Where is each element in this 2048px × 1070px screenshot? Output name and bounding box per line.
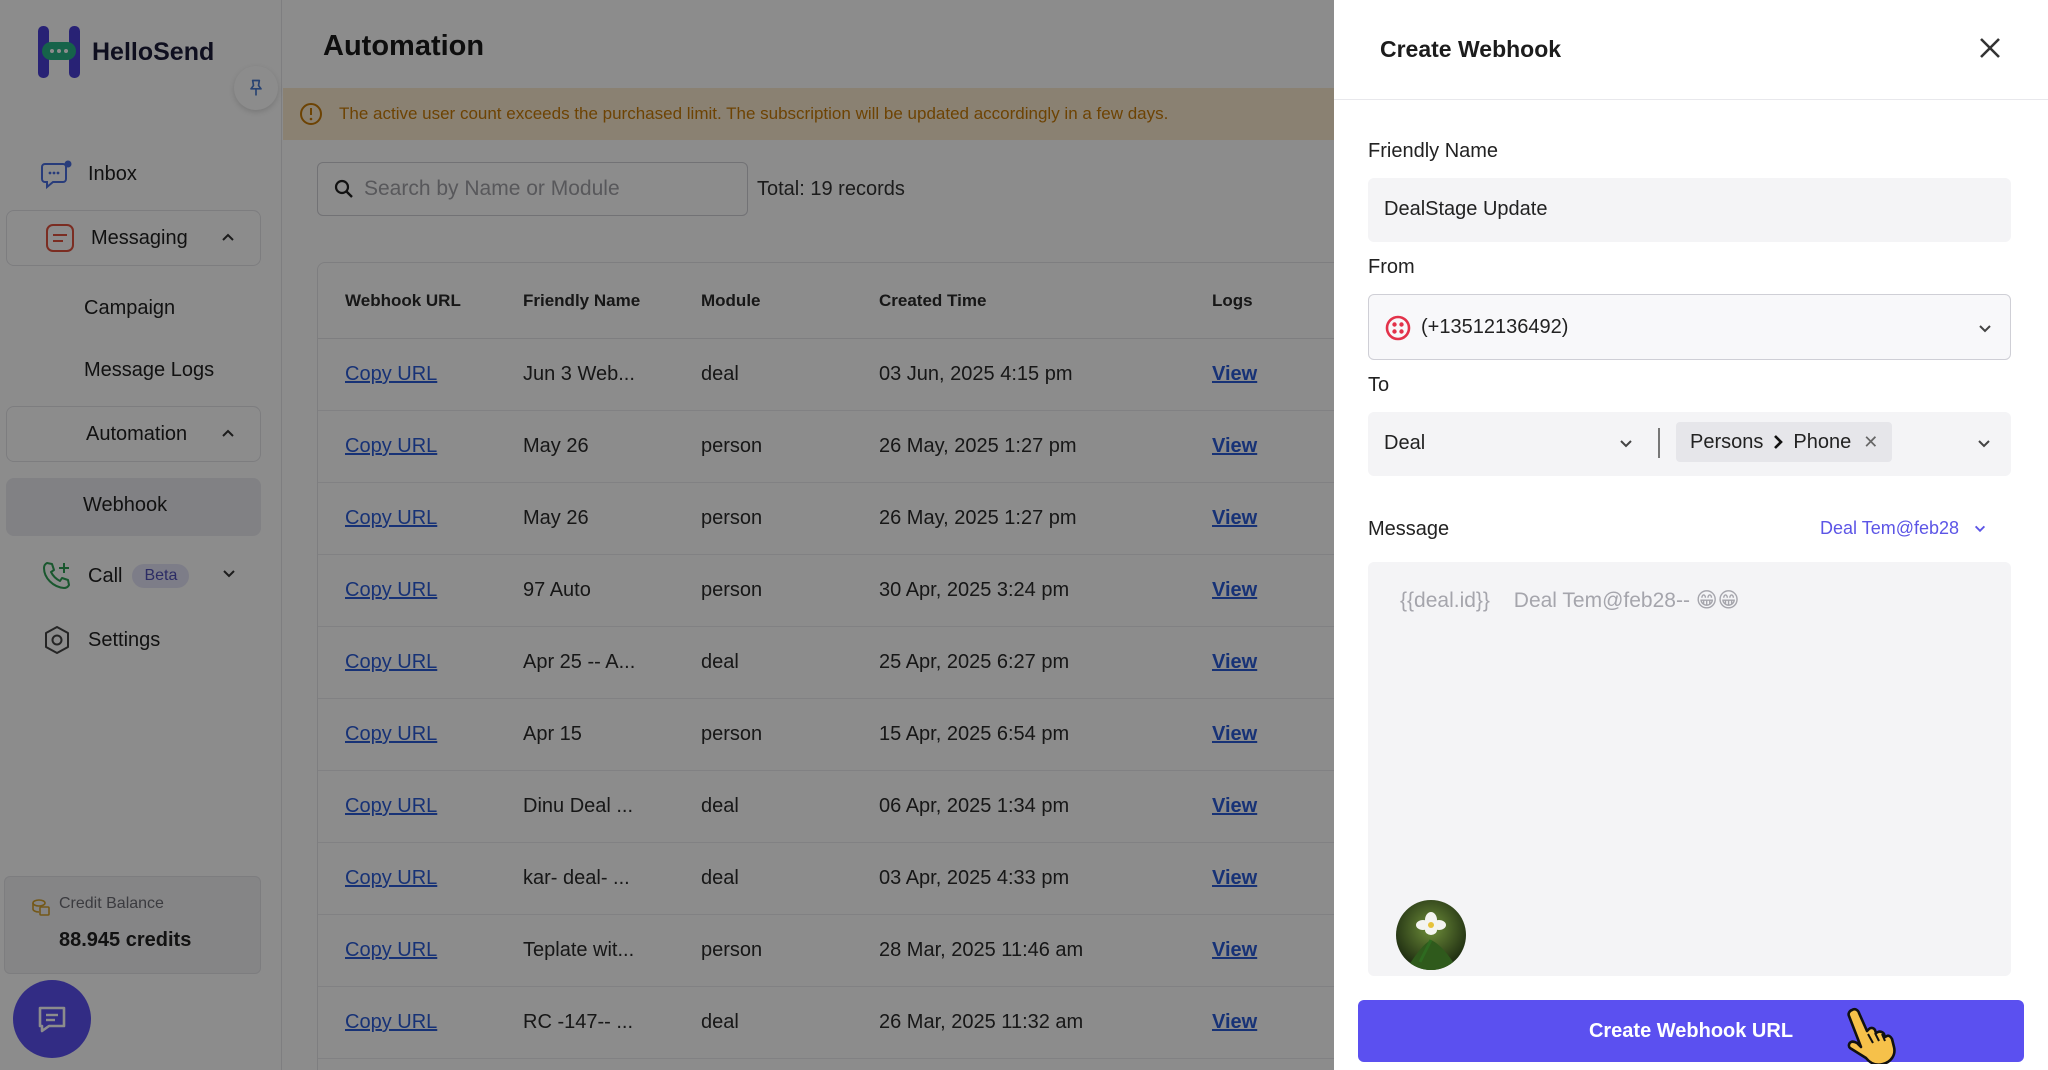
message-label: Message xyxy=(1368,518,1450,540)
chevron-down-icon xyxy=(1974,525,1986,532)
message-content: {{deal.id}} Deal Tem@feb28-- 😁😁 xyxy=(1400,588,1740,613)
to-module-select[interactable]: Deal xyxy=(1384,432,1425,455)
chevron-right-icon xyxy=(1774,435,1784,449)
message-token: {{deal.id}} xyxy=(1400,589,1490,612)
attached-image-thumbnail[interactable] xyxy=(1396,900,1466,970)
close-icon xyxy=(1980,38,2000,58)
from-value: (+13512136492) xyxy=(1421,316,1569,338)
friendly-name-label: Friendly Name xyxy=(1368,140,1499,162)
message-body: Deal Tem@feb28-- 😁😁 xyxy=(1513,589,1740,612)
message-textarea[interactable]: {{deal.id}} Deal Tem@feb28-- 😁😁 xyxy=(1368,562,2011,976)
divider xyxy=(1658,428,1660,458)
chip-persons: Persons xyxy=(1690,430,1764,453)
chevron-down-icon[interactable] xyxy=(1976,436,1992,452)
to-field-chip[interactable]: Persons Phone ✕ xyxy=(1676,422,1893,462)
to-field: Deal Persons Phone ✕ xyxy=(1368,412,2011,476)
from-label: From xyxy=(1368,256,1415,278)
remove-chip-icon[interactable]: ✕ xyxy=(1863,432,1878,453)
flower-image-icon xyxy=(1396,900,1466,970)
chip-phone: Phone xyxy=(1793,430,1852,453)
friendly-name-value: DealStage Update xyxy=(1384,198,1548,220)
hand-pointer-cursor-icon xyxy=(1838,1004,1898,1066)
close-panel-button[interactable] xyxy=(1976,34,2004,62)
to-label: To xyxy=(1368,374,1390,396)
friendly-name-input[interactable]: DealStage Update xyxy=(1368,178,2011,242)
chevron-down-icon xyxy=(1979,325,1991,333)
modal-backdrop[interactable] xyxy=(0,0,1334,1070)
template-name: Deal Tem@feb28 xyxy=(1820,518,1960,538)
create-webhook-url-label: Create Webhook URL xyxy=(1588,1019,1794,1042)
twilio-icon xyxy=(1385,315,1411,341)
template-select[interactable]: Deal Tem@feb28 xyxy=(1820,518,1987,539)
from-select[interactable]: (+13512136492) xyxy=(1368,294,2011,360)
panel-header: Create Webhook xyxy=(1334,0,2048,100)
chevron-down-icon[interactable] xyxy=(1618,436,1634,452)
create-webhook-panel: Create Webhook Friendly Name DealStage U… xyxy=(1334,0,2048,1070)
panel-title: Create Webhook xyxy=(1380,36,1562,62)
create-webhook-url-button[interactable]: Create Webhook URL xyxy=(1358,1000,2024,1062)
